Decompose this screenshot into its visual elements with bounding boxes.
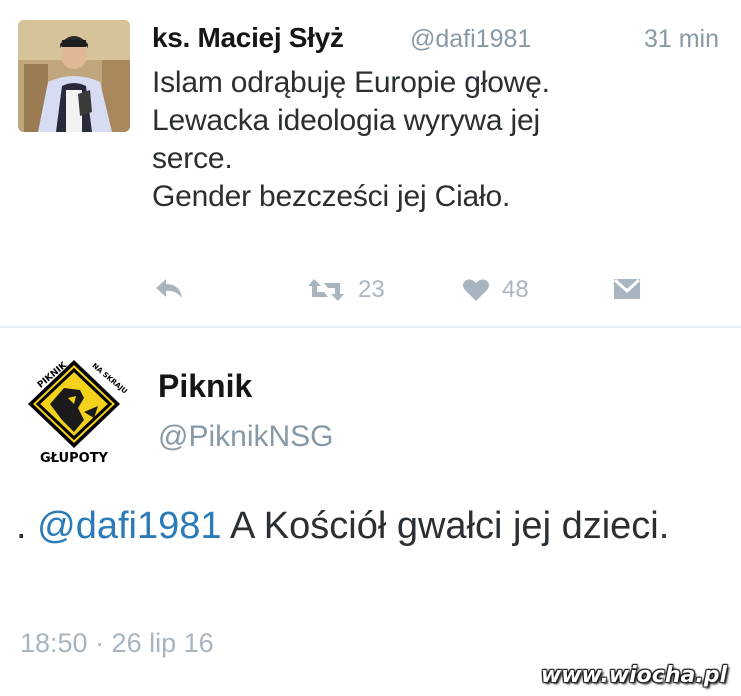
tweet-text-line: serce. [152,142,233,175]
logo-bottom-text: GŁUPOTY [40,451,109,466]
message-icon [613,278,641,299]
tweet-text: . @dafi1981 A Kościół gwałci jej dzieci. [16,500,716,552]
tweet-text: Islam odrąbuję Europie głowę. Lewacka id… [152,64,712,216]
direct-message-button[interactable] [612,276,642,302]
tweet-timestamp[interactable]: 18:50 · 26 lip 16 [20,628,214,659]
author-handle[interactable]: @dafi1981 [410,25,531,54]
like-button[interactable]: 48 [462,276,529,304]
tweet-text-line: Islam odrąbuję Europie głowę. [152,66,550,99]
tweet-actions: 23 48 [0,270,741,314]
avatar[interactable]: PIKNIK NA SKRAJU GŁUPOTY [14,346,134,466]
tweet-text-line: Gender bezcześci jej Ciało. [152,180,511,213]
piknik-logo: PIKNIK NA SKRAJU GŁUPOTY [14,346,134,466]
like-icon [463,279,489,301]
screenshot: ks. Maciej Słyż @dafi1981 31 min Islam o… [0,0,741,696]
tweet-text-prefix: . [16,505,38,547]
tweet-text-body: A Kościół gwałci jej dzieci. [221,505,670,547]
tweet-2[interactable]: PIKNIK NA SKRAJU GŁUPOTY Piknik @PiknikN… [0,328,741,696]
author-handle[interactable]: @PiknikNSG [158,420,334,454]
tweet-timestamp[interactable]: 31 min [644,25,719,54]
author-name[interactable]: ks. Maciej Słyż [152,22,344,54]
avatar[interactable] [18,20,130,132]
tweet-1[interactable]: ks. Maciej Słyż @dafi1981 31 min Islam o… [0,0,741,326]
mention-link[interactable]: @dafi1981 [37,505,221,547]
author-name[interactable]: Piknik [158,368,252,405]
watermark: www.wiocha.pl [540,663,727,688]
retweet-button[interactable]: 23 [306,276,385,304]
avatar-photo [18,20,130,132]
reply-button[interactable] [154,276,184,302]
retweet-icon [308,279,344,301]
retweet-count: 23 [358,276,385,303]
like-count: 48 [502,276,529,303]
tweet-text-line: Lewacka ideologia wyrywa jej [152,104,540,137]
reply-icon [156,279,182,298]
